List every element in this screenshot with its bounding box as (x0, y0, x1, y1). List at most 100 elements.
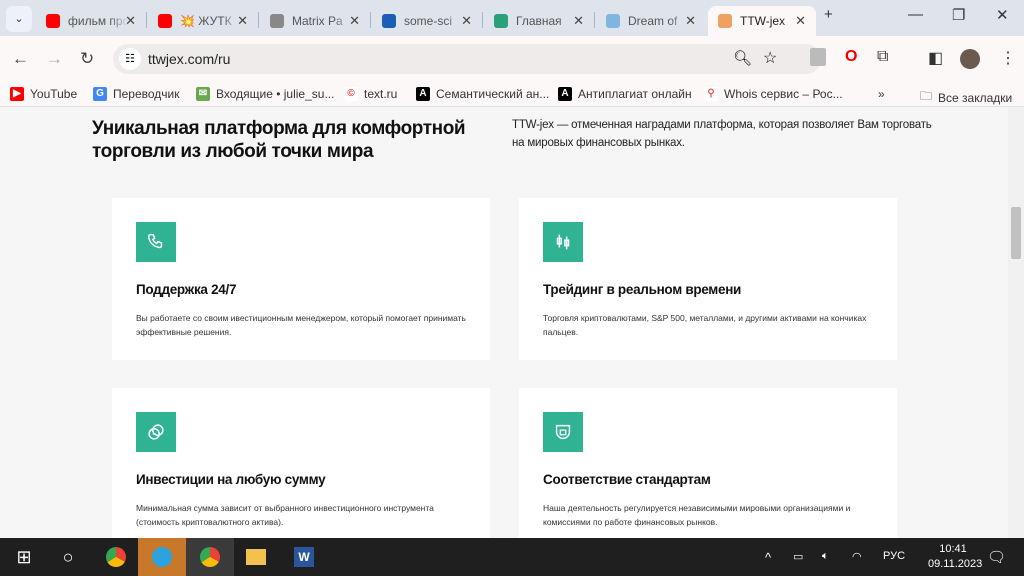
language-indicator[interactable]: РУС (883, 550, 905, 562)
feature-title: Поддержка 24/7 (136, 282, 237, 297)
opera-icon[interactable]: O (845, 48, 857, 66)
more-bookmarks-icon[interactable]: » (878, 87, 885, 101)
youtube-icon (46, 14, 60, 28)
page-lead: TTW-jex — отмеченная наградами платформа… (512, 119, 932, 149)
tray-chevron-icon[interactable]: ^ (765, 550, 771, 565)
candlestick-icon (543, 222, 583, 262)
feature-title: Трейдинг в реальном времени (543, 282, 742, 297)
feature-description: Минимальная сумма зависит от выбранного … (136, 503, 434, 527)
close-tab-icon[interactable]: ✕ (349, 13, 360, 29)
tab-5[interactable]: Главная ✕ (484, 6, 594, 36)
side-panel-icon[interactable]: ◧ (928, 48, 943, 68)
bookmarks-bar: ▶ YouTube G Переводчик ✉ Входящие • julie_su.… (0, 82, 1024, 107)
volume-icon[interactable]: 🔈︎ (822, 550, 829, 563)
ttwjex-icon (718, 14, 732, 28)
bookmark-star-icon[interactable]: ☆ (763, 48, 777, 68)
shield-icon (543, 412, 583, 452)
feature-title: Инвестиции на любую сумму (136, 472, 326, 487)
tab-7[interactable]: TTW-jex ✕ (708, 6, 816, 36)
back-button[interactable]: ← (12, 49, 29, 69)
start-button[interactable]: ⊞ (0, 538, 48, 576)
search-icon[interactable]: ○ (44, 538, 92, 576)
close-tab-icon[interactable]: ✕ (795, 13, 806, 29)
page-content: Уникальная платформа для комфортной торг… (0, 107, 1008, 538)
feature-description: Вы работаете со своим ивестиционным мене… (136, 313, 466, 337)
tab-separator (482, 12, 483, 28)
chrome-active-icon[interactable] (186, 538, 234, 576)
zoom-icon[interactable]: 🔍︎ (733, 49, 752, 67)
bookmark-item[interactable]: ▶ YouTube (10, 87, 77, 101)
bookmark-item[interactable]: ✉ Входящие • julie_su... (196, 87, 334, 101)
tab-separator (594, 12, 595, 28)
youtube-icon (158, 14, 172, 28)
feature-description: Наша деятельность регулируется независим… (543, 503, 851, 527)
tab-6[interactable]: Dream of ✕ (596, 6, 706, 36)
tab-separator (370, 12, 371, 28)
a-icon: A (416, 87, 430, 101)
site-info-icon[interactable]: ☷ (119, 48, 141, 70)
telegram-icon[interactable] (138, 538, 186, 576)
extensions-puzzle-icon[interactable]: ⧉ (877, 48, 888, 66)
matrix-icon (270, 14, 284, 28)
close-tab-icon[interactable]: ✕ (237, 13, 248, 29)
mail-icon: ✉ (196, 87, 210, 101)
scrollbar-thumb[interactable] (1011, 207, 1021, 259)
youtube-icon: ▶ (10, 87, 24, 101)
close-tab-icon[interactable]: ✕ (461, 13, 472, 29)
feature-card: Инвестиции на любую сумму Минимальная сум… (112, 388, 490, 538)
bookmark-item[interactable]: A Антиплагиат онлайн (558, 87, 692, 101)
battery-icon[interactable]: ▭ (793, 550, 803, 563)
scrollbar[interactable] (1008, 107, 1024, 538)
folder-icon: 🗀 (920, 89, 933, 103)
tab-4[interactable]: some-sci ✕ (372, 6, 482, 36)
wifi-icon[interactable]: ◠ (852, 550, 862, 563)
tab-separator (146, 12, 147, 28)
notifications-icon[interactable]: 🗨︎ (987, 548, 1006, 566)
page-title: Уникальная платформа для комфортной торг… (92, 118, 466, 162)
tab-strip: ⌄ фильм про ✕ 💥 ЖУТК ✕ Matrix Pa ✕ some-sci ✕ Гл… (0, 0, 1024, 36)
dream-icon (606, 14, 620, 28)
graduation-icon (382, 14, 396, 28)
toolbar: ← → ↻ ☷ ttwjex.com/ru 🔍︎ ☆ O ⧉ ◧ ⋮ (0, 36, 1024, 82)
taskbar: ⊞ ○ W ^ ▭ 🔈︎ ◠ РУС 10:41 09.11.2023 🗨︎ (0, 538, 1024, 576)
v-logo-icon (494, 14, 508, 28)
close-tab-icon[interactable]: ✕ (125, 13, 136, 29)
address-bar[interactable]: ☷ ttwjex.com/ru 🔍︎ ☆ (113, 44, 821, 74)
word-icon[interactable]: W (280, 538, 328, 576)
feature-card: Соответствие стандартам Наша деятельность… (519, 388, 897, 538)
close-tab-icon[interactable]: ✕ (573, 13, 584, 29)
tab-3[interactable]: Matrix Pa ✕ (260, 6, 370, 36)
clock[interactable]: 10:41 09.11.2023 (928, 542, 982, 572)
tab-separator (258, 12, 259, 28)
bookmark-item[interactable]: G Переводчик (93, 87, 180, 101)
close-window-button[interactable]: ✕ (996, 6, 1009, 24)
copyright-icon: © (344, 87, 358, 101)
tab-2[interactable]: 💥 ЖУТК ✕ (148, 6, 258, 36)
reload-button[interactable]: ↻ (80, 49, 94, 69)
tab-search-button[interactable]: ⌄ (6, 6, 32, 32)
translate-icon: G (93, 87, 107, 101)
menu-icon[interactable]: ⋮ (1000, 48, 1016, 68)
extension-icon[interactable] (810, 48, 826, 66)
close-tab-icon[interactable]: ✕ (685, 13, 696, 29)
phone-icon (136, 222, 176, 262)
feature-card: Трейдинг в реальном времени Торговля крип… (519, 198, 897, 360)
bookmark-item[interactable]: © text.ru (344, 87, 397, 101)
new-tab-button[interactable]: + (824, 6, 833, 23)
all-bookmarks[interactable]: 🗀 Все закладки (920, 87, 1012, 108)
avatar[interactable] (960, 49, 980, 69)
maximize-button[interactable]: ❐ (952, 6, 965, 24)
file-explorer-icon[interactable] (232, 538, 280, 576)
minimize-button[interactable]: — (908, 6, 923, 23)
bookmark-item[interactable]: ⚲ Whois сервис – Рос... (704, 87, 843, 101)
chrome-icon[interactable] (92, 538, 140, 576)
a-icon: A (558, 87, 572, 101)
feature-description: Торговля криптовалютами, S&P 500, металл… (543, 313, 867, 337)
bookmark-item[interactable]: A Семантический ан... (416, 87, 549, 101)
url-text[interactable]: ttwjex.com/ru (148, 51, 230, 67)
feature-title: Соответствие стандартам (543, 472, 711, 487)
tab-1[interactable]: фильм про ✕ (36, 6, 146, 36)
forward-button: → (46, 49, 63, 68)
search-icon: ⚲ (704, 87, 718, 101)
feature-card: Поддержка 24/7 Вы работаете со своим ивес… (112, 198, 490, 360)
